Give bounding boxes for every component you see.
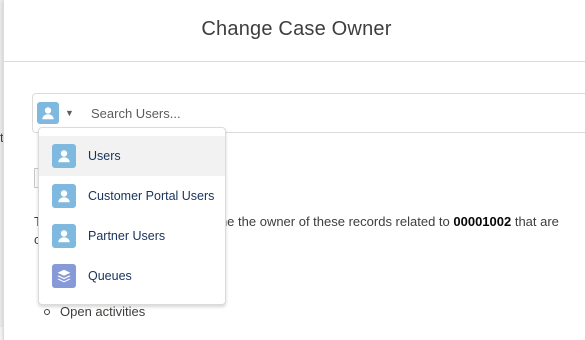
menu-item-users[interactable]: Users bbox=[39, 136, 225, 176]
menu-item-label: Partner Users bbox=[88, 229, 166, 243]
entity-type-button[interactable]: ▼ bbox=[37, 100, 79, 126]
menu-item-queues[interactable]: Queues bbox=[39, 256, 225, 296]
description-main: he the owner of these records related to bbox=[219, 214, 454, 229]
user-icon bbox=[52, 224, 76, 248]
menu-item-customer-portal-users[interactable]: Customer Portal Users bbox=[39, 176, 225, 216]
case-number: 00001002 bbox=[453, 214, 512, 229]
queue-icon bbox=[52, 264, 76, 288]
search-users-input[interactable] bbox=[91, 102, 571, 124]
menu-item-label: Customer Portal Users bbox=[88, 189, 215, 203]
list-item-label: Open activities bbox=[60, 304, 146, 319]
menu-item-partner-users[interactable]: Partner Users bbox=[39, 216, 225, 256]
user-icon bbox=[52, 144, 76, 168]
description-tail: that are bbox=[511, 214, 559, 229]
bullet-icon bbox=[44, 308, 50, 315]
user-icon bbox=[37, 102, 59, 124]
chevron-down-icon: ▼ bbox=[65, 108, 74, 118]
modal-title: Change Case Owner bbox=[201, 18, 392, 40]
menu-item-label: Queues bbox=[88, 269, 132, 283]
menu-item-label: Users bbox=[88, 149, 121, 163]
entity-type-dropdown: Users Customer Portal Users Partner User… bbox=[38, 127, 226, 305]
modal-header: Change Case Owner bbox=[4, 0, 585, 62]
user-icon bbox=[52, 184, 76, 208]
list-item: Open activities bbox=[44, 304, 145, 319]
